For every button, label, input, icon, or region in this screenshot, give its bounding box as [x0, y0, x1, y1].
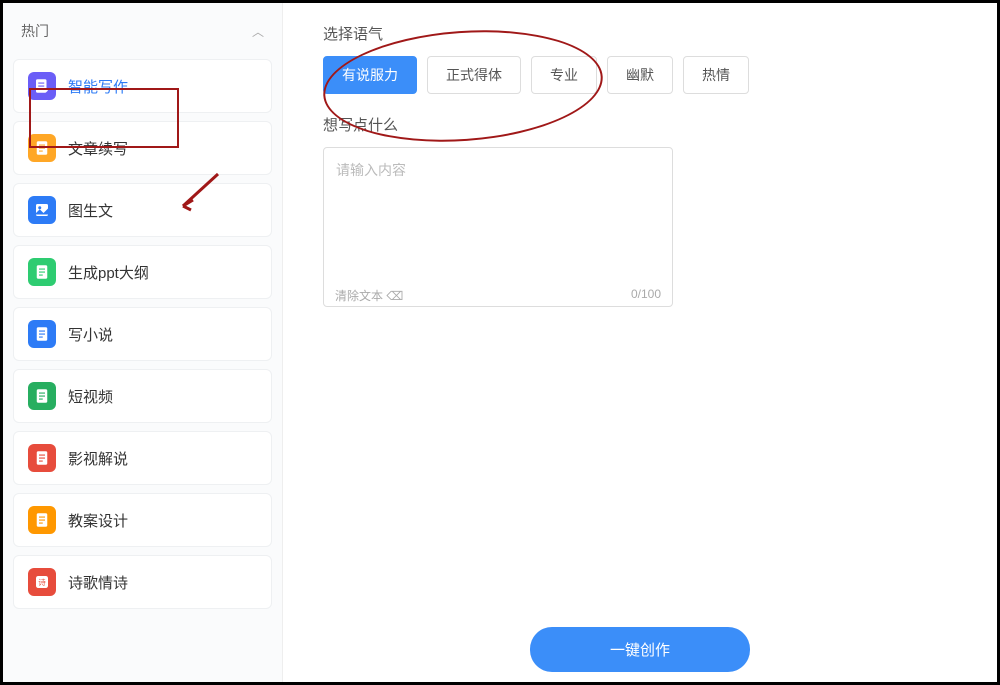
sidebar-item-label: 短视频: [68, 386, 113, 407]
sidebar-item-ppt-outline[interactable]: 生成ppt大纲: [13, 245, 272, 299]
tone-section-label: 选择语气: [323, 23, 957, 44]
tone-professional[interactable]: 专业: [531, 56, 597, 94]
tone-persuasive[interactable]: 有说服力: [323, 56, 417, 94]
doc-edit-icon: [28, 72, 56, 100]
sidebar-item-movie-commentary[interactable]: 影视解说: [13, 431, 272, 485]
sidebar-item-label: 图生文: [68, 200, 113, 221]
main-panel: 选择语气 有说服力 正式得体 专业 幽默 热情 想写点什么 清除文本 ⌫ 0/1…: [283, 3, 997, 682]
sidebar-item-poetry[interactable]: 诗 诗歌情诗: [13, 555, 272, 609]
sidebar-item-article-continue[interactable]: 文章续写: [13, 121, 272, 175]
sidebar-item-label: 写小说: [68, 324, 113, 345]
sidebar-item-label: 文章续写: [68, 138, 128, 159]
sidebar-section-header[interactable]: 热门 ︿: [13, 11, 272, 51]
clear-text-button[interactable]: 清除文本 ⌫: [335, 287, 403, 304]
doc-icon: [28, 258, 56, 286]
sidebar-item-short-video[interactable]: 短视频: [13, 369, 272, 423]
sidebar-item-label: 影视解说: [68, 448, 128, 469]
svg-text:诗: 诗: [38, 577, 46, 587]
sidebar-item-image-to-text[interactable]: 图生文: [13, 183, 272, 237]
sidebar-item-label: 教案设计: [68, 510, 128, 531]
tone-options: 有说服力 正式得体 专业 幽默 热情: [323, 56, 957, 94]
sidebar-item-lesson-plan[interactable]: 教案设计: [13, 493, 272, 547]
tone-enthusiastic[interactable]: 热情: [683, 56, 749, 94]
sidebar-item-smart-writing[interactable]: 智能写作: [13, 59, 272, 113]
sidebar-item-novel[interactable]: 写小说: [13, 307, 272, 361]
doc-icon: [28, 134, 56, 162]
doc-icon: [28, 320, 56, 348]
create-button[interactable]: 一键创作: [530, 627, 750, 672]
sidebar-item-label: 生成ppt大纲: [68, 262, 149, 283]
content-input[interactable]: [323, 147, 673, 307]
sidebar: 热门 ︿ 智能写作 文章续写 图生文 生成ppt大纲: [3, 3, 283, 682]
content-section-label: 想写点什么: [323, 114, 957, 135]
sidebar-item-label: 诗歌情诗: [68, 572, 128, 593]
tone-humorous[interactable]: 幽默: [607, 56, 673, 94]
char-counter: 0/100: [631, 287, 661, 304]
sidebar-item-label: 智能写作: [68, 76, 128, 97]
doc-icon: [28, 506, 56, 534]
tone-formal[interactable]: 正式得体: [427, 56, 521, 94]
image-icon: [28, 196, 56, 224]
chevron-up-icon: ︿: [252, 23, 264, 40]
sidebar-section-label: 热门: [21, 21, 49, 41]
doc-icon: [28, 444, 56, 472]
poem-icon: 诗: [28, 568, 56, 596]
doc-icon: [28, 382, 56, 410]
